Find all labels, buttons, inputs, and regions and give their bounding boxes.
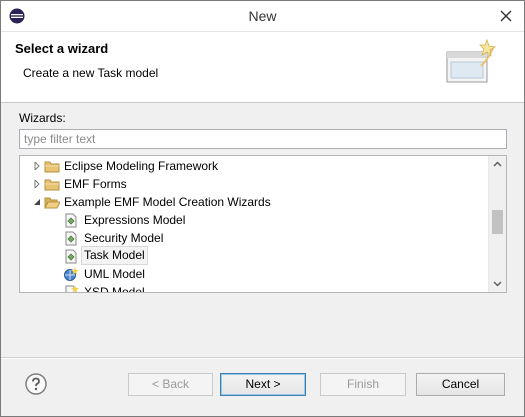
model-wizard-icon: [65, 249, 77, 264]
close-icon[interactable]: [500, 10, 512, 22]
filter-input[interactable]: [19, 129, 507, 149]
expand-arrow-icon[interactable]: [33, 162, 41, 170]
model-wizard-icon: [65, 231, 77, 246]
tree-item-uml-model[interactable]: UML Model: [20, 265, 490, 283]
tree-scrollbar[interactable]: [488, 156, 506, 292]
expand-arrow-icon[interactable]: [33, 180, 41, 188]
folder-icon: [44, 179, 60, 191]
tree-item-task-model[interactable]: Task Model: [20, 246, 490, 265]
new-wizard-dialog: New Select a wizard Create a new Task mo…: [0, 0, 525, 417]
scroll-down-icon[interactable]: [489, 275, 506, 292]
scroll-thumb[interactable]: [492, 210, 503, 234]
wizards-label: Wizards:: [19, 111, 66, 125]
window-title: New: [248, 8, 277, 24]
wizard-banner-icon: [446, 38, 497, 83]
uml-model-icon: [64, 267, 79, 281]
tree-item-expressions-model[interactable]: Expressions Model: [20, 211, 490, 229]
tree-item-emf-forms[interactable]: EMF Forms: [20, 175, 490, 193]
back-button[interactable]: < Back: [128, 373, 213, 396]
collapse-arrow-icon[interactable]: [33, 198, 41, 206]
xsd-model-icon: [65, 285, 79, 292]
cancel-button[interactable]: Cancel: [416, 373, 505, 396]
title-bar: New: [1, 1, 524, 32]
tree-item-label: Security Model: [84, 231, 164, 245]
tree-item-xsd-model[interactable]: XSD Model: [20, 283, 490, 293]
tree-item-label: Expressions Model: [84, 213, 186, 227]
help-icon[interactable]: [25, 373, 47, 395]
tree-item-label: EMF Forms: [64, 177, 127, 191]
model-wizard-icon: [65, 213, 77, 228]
footer-separator: [1, 357, 524, 359]
wizard-banner: Select a wizard Create a new Task model: [1, 32, 524, 103]
tree-item-example-emf-model-creation-wizards[interactable]: Example EMF Model Creation Wizards: [20, 193, 490, 211]
finish-button[interactable]: Finish: [320, 373, 406, 396]
folder-icon: [44, 161, 60, 173]
tree-item-label: Task Model: [81, 246, 148, 265]
tree-item-label: XSD Model: [84, 285, 145, 293]
tree-item-label: Example EMF Model Creation Wizards: [64, 195, 271, 209]
scroll-up-icon[interactable]: [489, 156, 506, 173]
banner-title: Select a wizard: [15, 41, 109, 56]
tree-item-label: UML Model: [84, 267, 145, 281]
tree-item-security-model[interactable]: Security Model: [20, 229, 490, 247]
tree-item-label: Eclipse Modeling Framework: [64, 159, 219, 173]
banner-description: Create a new Task model: [23, 66, 159, 80]
wizard-tree[interactable]: Eclipse Modeling Framework EMF Forms Exa…: [19, 155, 507, 293]
next-button[interactable]: Next >: [220, 373, 306, 396]
folder-open-icon: [44, 197, 60, 209]
tree-item-eclipse-modeling-framework[interactable]: Eclipse Modeling Framework: [20, 157, 490, 175]
